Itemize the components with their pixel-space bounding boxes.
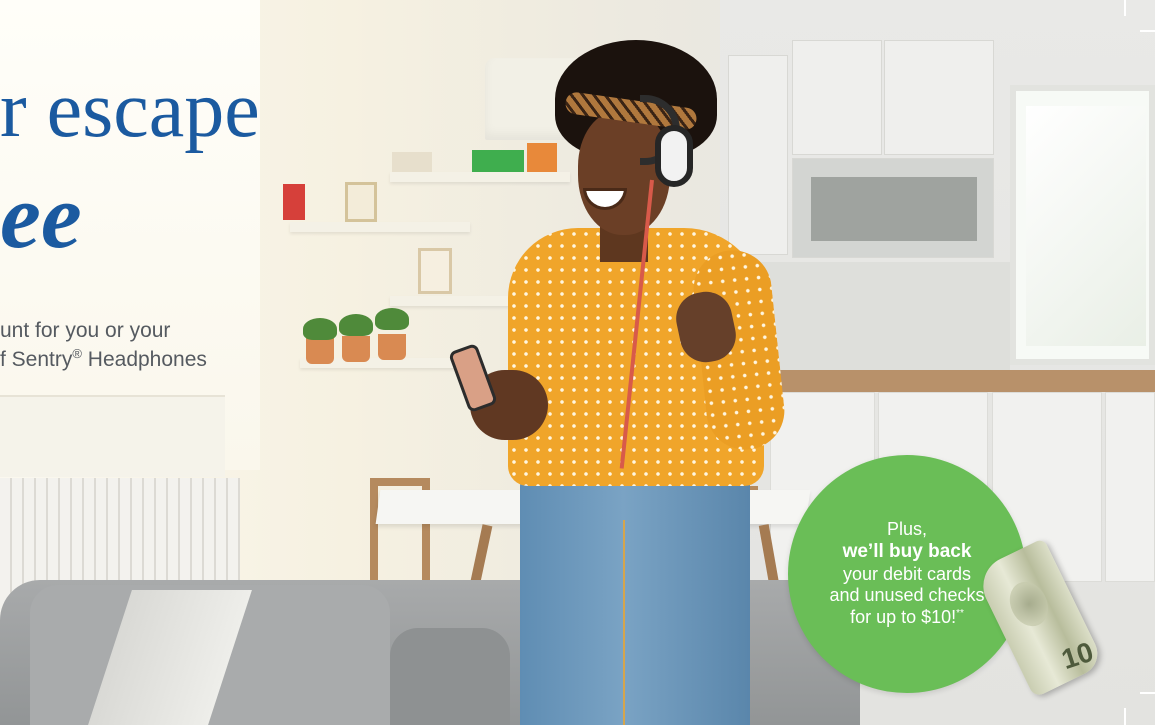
crop-mark bbox=[1124, 708, 1126, 725]
offer-subtext: unt for you or your f Sentry® Headphones bbox=[0, 316, 207, 375]
headphones-earcup bbox=[655, 125, 693, 187]
offer-subtext-suffix: Headphones bbox=[81, 348, 207, 372]
headline-line-2: ee bbox=[0, 165, 82, 267]
offer-subtext-line-2: f Sentry® Headphones bbox=[0, 345, 207, 374]
promo-line-plus: Plus, bbox=[886, 519, 928, 540]
promo-amount-text: for up to $10! bbox=[850, 606, 957, 627]
offer-subtext-line-1: unt for you or your bbox=[0, 319, 171, 342]
promo-line-amount: for up to $10!** bbox=[850, 607, 964, 629]
jeans-seam bbox=[623, 520, 625, 725]
jeans bbox=[520, 470, 750, 725]
crop-mark bbox=[1124, 0, 1126, 16]
promo-line-buy-back: we’ll buy back bbox=[842, 541, 972, 562]
promo-line-debit-cards: your debit cards bbox=[842, 563, 972, 584]
bill-portrait bbox=[1002, 575, 1056, 633]
registered-mark: ® bbox=[72, 346, 82, 362]
headline-line-1: r escape bbox=[0, 66, 260, 154]
crop-mark bbox=[1140, 30, 1155, 32]
footnote-mark: ** bbox=[956, 607, 964, 619]
crop-mark bbox=[1140, 692, 1155, 694]
offer-subtext-prefix: f Sentry bbox=[0, 348, 73, 372]
promo-line-unused-checks: and unused checks bbox=[829, 585, 985, 606]
